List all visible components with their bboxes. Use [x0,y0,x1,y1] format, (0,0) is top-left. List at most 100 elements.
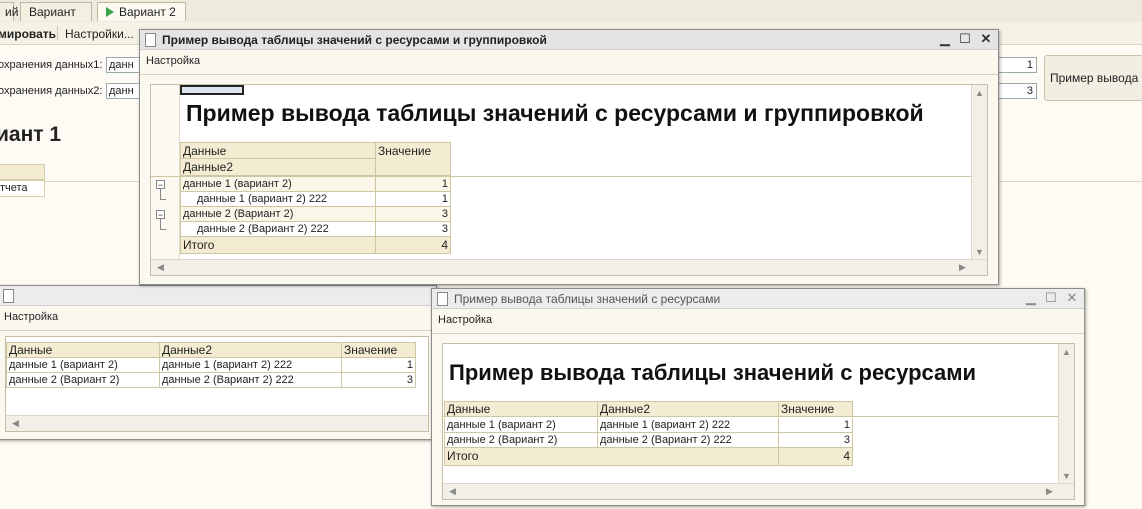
header-cell-data: Данные [6,342,160,358]
grouped-report-area: Пример вывода таблицы значений с ресурса… [150,84,988,276]
tab-label: ий [5,5,19,19]
grouped-table-window: Пример вывода таблицы значений с ресурса… [139,29,999,285]
number-field-1[interactable]: 1 [998,57,1037,73]
settings-button[interactable]: Настройки... [65,27,134,41]
header-cell-data: Данные [180,142,376,159]
scroll-down-icon[interactable]: ▼ [1059,471,1074,481]
settings-button[interactable]: Настройка [146,55,200,67]
table-cell-value: 1 [342,358,416,373]
table-cell: данные 1 (вариант 2) 222 [598,418,779,433]
table-cell: данные 1 (вариант 2) [444,418,598,433]
collapse-group-icon[interactable]: − [156,210,165,220]
header-cell-value: Значение [779,401,853,417]
scroll-left-icon[interactable]: ◀ [445,486,460,497]
table-cell: данные 2 (Вариант 2) [6,373,160,388]
form-report-button[interactable]: мировать [0,27,56,41]
report-title: Пример вывода таблицы значений с ресурса… [186,100,924,126]
table-cell: данные 2 (Вариант 2) 222 [160,373,342,388]
collapse-group-icon[interactable]: − [156,180,165,190]
settings-button[interactable]: Настройка [4,311,58,323]
minimize-icon[interactable]: ▁ [1024,291,1038,305]
minimize-icon[interactable]: ▁ [938,32,952,46]
plain-table-window: Настройка Данные Данные2 Значение данные… [0,285,437,440]
tab-label: Вариант 2 [119,5,176,19]
grouped-window-titlebar[interactable]: Пример вывода таблицы значений с ресурса… [140,30,998,50]
variant-heading: иант 1 [0,123,62,146]
table-cell-value: 1 [779,418,853,433]
settings-button[interactable]: Настройка [438,314,492,326]
header-cell-data2: Данные2 [598,401,779,417]
group-row-label: данные 2 (Вариант 2) [180,207,376,222]
tab-variant-1[interactable]: Вариант 1 [20,2,92,38]
resources-window-titlebar[interactable]: Пример вывода таблицы значений с ресурса… [432,289,1084,309]
toolbar-divider [57,26,58,40]
scroll-up-icon[interactable]: ▲ [972,88,987,98]
report-title: Пример вывода таблицы значений с ресурса… [449,360,977,385]
detail-row-label: данные 2 (Вариант 2) 222 [180,222,376,237]
vertical-scrollbar[interactable]: ▲ ▼ [1058,344,1074,484]
header-cell-data2: Данные2 [160,342,342,358]
scroll-up-icon[interactable]: ▲ [1059,347,1074,357]
detail-row-value: 1 [376,192,451,207]
header-cell-value: Значение [342,342,416,358]
maximize-icon[interactable]: ☐ [958,32,972,46]
document-icon [3,289,14,303]
table-cell: данные 2 (Вариант 2) 222 [598,433,779,448]
horizontal-scrollbar[interactable]: ◀ [6,415,428,431]
group-tree-line [160,189,161,199]
play-icon [106,7,114,17]
grouped-window-command-bar: Настройка [140,50,998,75]
group-row-label: данные 1 (вариант 2) [180,177,376,192]
document-icon [437,292,448,306]
table-cell-value: 3 [342,373,416,388]
close-icon[interactable]: ✕ [979,32,993,46]
example-output-button[interactable]: Пример вывода т [1044,55,1142,101]
total-value: 4 [779,448,853,466]
horizontal-scrollbar[interactable]: ◀ ▶ [151,259,987,275]
table-cell-value: 3 [779,433,853,448]
resources-window-command-bar: Настройка [432,309,1084,334]
number-field-2[interactable]: 3 [998,83,1037,99]
horizontal-scrollbar[interactable]: ◀ ▶ [443,483,1074,499]
group-tree-line [160,219,161,229]
group-row-value: 1 [376,177,451,192]
tab-partial[interactable]: ий [0,2,18,21]
maximize-icon[interactable]: ☐ [1044,291,1058,305]
cell-cursor[interactable] [180,85,244,95]
scroll-left-icon[interactable]: ◀ [8,418,23,429]
window-title: Пример вывода таблицы значений с ресурса… [454,292,721,306]
table-cell: данные 1 (вариант 2) [6,358,160,373]
report-tab[interactable]: тчета [0,180,45,197]
document-icon [145,33,156,47]
scroll-left-icon[interactable]: ◀ [153,262,168,273]
scroll-right-icon[interactable]: ▶ [1042,486,1057,497]
group-tree-line [160,229,166,230]
window-title: Пример вывода таблицы значений с ресурса… [162,33,547,47]
grouping-gutter [151,85,180,262]
data-field-2[interactable]: данн [106,83,142,99]
data-field-1[interactable]: данн [106,57,142,73]
tab-variant-2[interactable]: Вариант 2 [97,2,186,21]
plain-window-titlebar[interactable] [0,286,436,306]
resources-table-window: Пример вывода таблицы значений с ресурса… [431,288,1085,506]
plain-window-command-bar: Настройка [0,306,436,331]
scroll-right-icon[interactable]: ▶ [955,262,970,273]
table-cell: данные 2 (Вариант 2) [444,433,598,448]
report-tab-label: тчета [0,182,28,194]
header-cell-data: Данные [444,401,598,417]
scroll-down-icon[interactable]: ▼ [972,247,987,257]
total-value: 4 [376,237,451,254]
close-icon[interactable]: ✕ [1065,291,1079,305]
mini-header-cell [0,164,45,180]
field-label-2: охранения данных2: [0,85,103,97]
total-label: Итого [444,448,779,466]
field-label-1: охранения данных1: [0,59,103,71]
total-label: Итого [180,237,376,254]
group-tree-line [160,199,166,200]
plain-report-area: Данные Данные2 Значение данные 1 (вариан… [5,336,429,432]
header-cell-value: Значение [376,142,451,176]
vertical-scrollbar[interactable]: ▲ ▼ [971,85,987,260]
table-cell: данные 1 (вариант 2) 222 [160,358,342,373]
detail-row-label: данные 1 (вариант 2) 222 [180,192,376,207]
resources-report-area: Пример вывода таблицы значений с ресурса… [442,343,1075,500]
